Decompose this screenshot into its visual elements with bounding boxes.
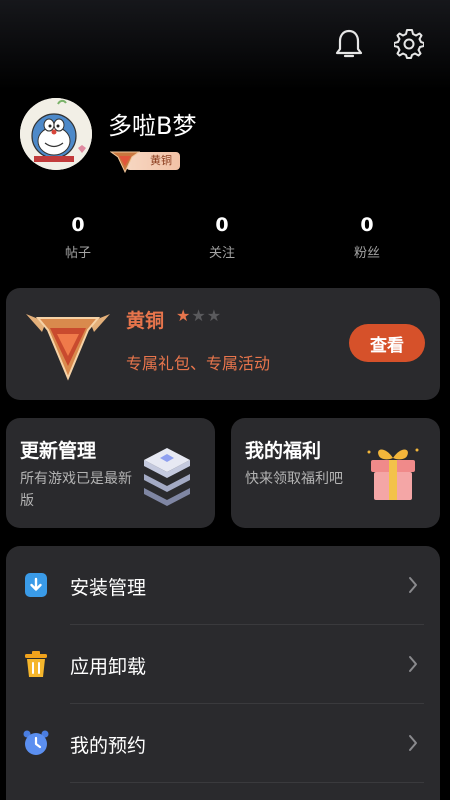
top-bar: [0, 0, 450, 90]
star-empty-icon: ★: [206, 306, 223, 325]
star-empty-icon: ★: [191, 306, 207, 325]
stat-posts-label: 帖子: [64, 246, 91, 261]
view-membership-button[interactable]: 查看: [349, 324, 425, 362]
stats-row: 0 帖子 0 关注 0 粉丝: [0, 214, 450, 270]
membership-tier-title: 黄铜: [126, 310, 165, 332]
gift-box-icon: [367, 448, 419, 500]
bell-icon: [335, 29, 363, 58]
stat-followers[interactable]: 0 粉丝: [322, 214, 412, 261]
bronze-rank-emblem-icon: [26, 314, 110, 381]
username: 多啦B梦: [108, 112, 197, 140]
menu-item-my-reservations[interactable]: 我的预约: [6, 704, 440, 782]
stat-following[interactable]: 0 关注: [177, 214, 267, 261]
stat-following-label: 关注: [208, 246, 235, 261]
menu-list: 安装管理 应用卸载 我的预约: [6, 546, 440, 800]
update-management-card[interactable]: 更新管理 所有游戏已是最新版: [6, 418, 215, 528]
menu-item-install-management-label: 安装管理: [70, 577, 147, 599]
update-management-title: 更新管理: [20, 440, 97, 462]
membership-benefits-text: 专属礼包、专属活动: [126, 354, 271, 373]
my-welfare-card[interactable]: 我的福利 快来领取福利吧: [231, 418, 440, 528]
doraemon-avatar-image: [20, 98, 92, 170]
menu-divider: [70, 782, 424, 783]
chevron-right-icon: [409, 656, 417, 672]
my-welfare-title: 我的福利: [245, 440, 322, 462]
stat-posts-value: 0: [71, 214, 85, 236]
update-management-desc: 所有游戏已是最新版: [20, 471, 132, 509]
settings-button[interactable]: [389, 24, 429, 64]
menu-item-my-reservations-label: 我的预约: [70, 735, 147, 757]
star-filled-icon: ★: [176, 306, 192, 325]
membership-card[interactable]: 黄铜 ★★★ 专属礼包、专属活动 查看: [6, 288, 440, 400]
stat-following-value: 0: [215, 214, 229, 236]
stacked-layers-icon: [144, 448, 190, 506]
bronze-emblem-icon: [110, 151, 140, 174]
tier-star-rating: ★★★: [176, 306, 222, 325]
install-icon: [25, 573, 47, 597]
avatar[interactable]: [20, 98, 92, 170]
rank-badge[interactable]: 黄铜: [110, 148, 180, 174]
chevron-right-icon: [409, 735, 417, 751]
menu-item-install-management[interactable]: 安装管理: [6, 546, 440, 624]
gear-icon: [394, 29, 424, 59]
my-welfare-desc: 快来领取福利吧: [245, 471, 343, 487]
stat-followers-label: 粉丝: [353, 246, 380, 261]
menu-item-app-uninstall[interactable]: 应用卸载: [6, 625, 440, 703]
trash-icon: [25, 651, 47, 677]
stat-posts[interactable]: 0 帖子: [33, 214, 123, 261]
stat-followers-value: 0: [360, 214, 374, 236]
chevron-right-icon: [409, 577, 417, 593]
notification-button[interactable]: [329, 24, 369, 64]
menu-item-app-uninstall-label: 应用卸载: [70, 656, 147, 678]
alarm-clock-icon: [23, 730, 49, 755]
